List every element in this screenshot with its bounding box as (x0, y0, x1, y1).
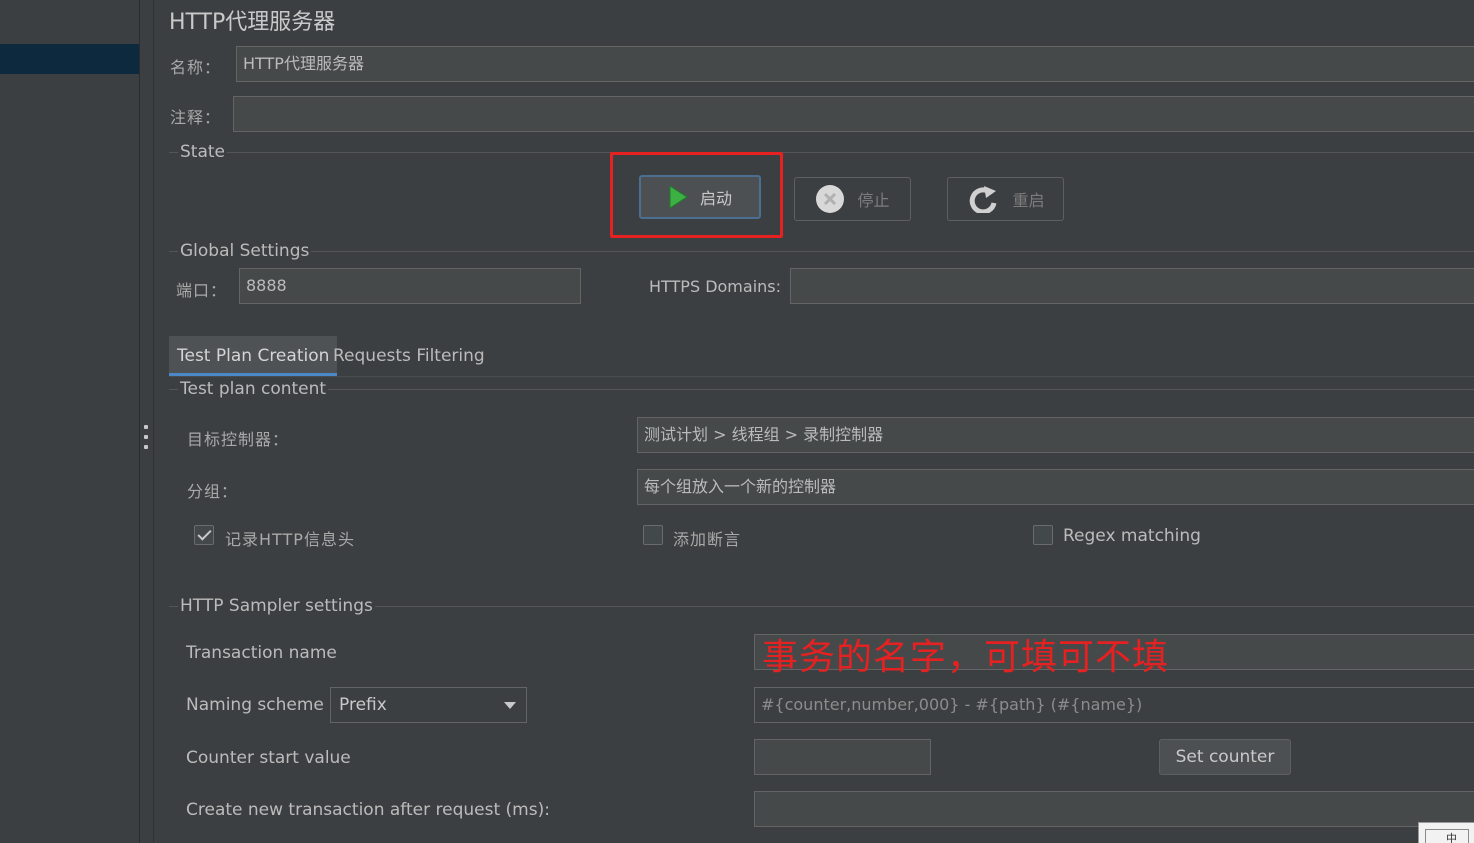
regex-matching-checkbox[interactable] (1033, 525, 1053, 545)
panel-splitter[interactable] (140, 0, 154, 843)
input-method-label: 中 (1425, 829, 1469, 843)
tree-selected-row[interactable] (0, 44, 139, 74)
tab-test-plan-creation[interactable]: Test Plan Creation (169, 336, 338, 376)
state-title: State (178, 142, 227, 162)
naming-scheme-select[interactable]: Prefix (330, 687, 527, 723)
restart-icon (966, 185, 1000, 213)
global-separator (169, 251, 1474, 252)
grip-icon[interactable] (143, 425, 149, 449)
transaction-annotation: 事务的名字，可填可不填 (762, 637, 1170, 678)
port-field[interactable]: 8888 (239, 268, 581, 304)
record-headers-label: 记录HTTP信息头 (225, 530, 355, 549)
name-label: 名称： (170, 58, 222, 77)
create-transaction-label: Create new transaction after request (ms… (186, 800, 550, 820)
naming-scheme-value: Prefix (339, 695, 387, 715)
add-assertions-checkbox[interactable] (643, 525, 663, 545)
stop-icon (815, 184, 845, 214)
https-domains-field[interactable] (790, 268, 1474, 304)
naming-scheme-label: Naming scheme (186, 695, 324, 715)
test-plan-separator (169, 389, 1474, 390)
target-controller-label: 目标控制器： (187, 430, 290, 449)
comment-field[interactable] (233, 96, 1474, 132)
counter-start-label: Counter start value (186, 748, 351, 768)
tab-requests-filtering[interactable]: Requests Filtering (325, 336, 493, 376)
restart-button[interactable]: 重启 (947, 177, 1064, 221)
comment-label: 注释： (170, 108, 222, 127)
start-highlight-annotation (610, 152, 783, 238)
set-counter-button[interactable]: Set counter (1159, 739, 1291, 775)
grouping-label: 分组： (187, 482, 239, 501)
naming-format-field[interactable]: #{counter,number,000} - #{path} (#{name}… (754, 687, 1474, 723)
state-separator (169, 152, 1474, 153)
page-title: HTTP代理服务器 (169, 10, 336, 35)
sampler-settings-title: HTTP Sampler settings (178, 596, 375, 616)
create-transaction-field[interactable] (754, 791, 1474, 827)
port-label: 端口： (176, 281, 228, 300)
counter-start-field[interactable] (754, 739, 931, 775)
test-plan-tree[interactable] (0, 0, 140, 843)
add-assertions-label: 添加断言 (673, 530, 742, 549)
transaction-name-label: Transaction name (186, 643, 337, 663)
record-headers-checkbox[interactable] (194, 525, 214, 545)
name-field[interactable]: HTTP代理服务器 (236, 46, 1474, 82)
input-method-widget[interactable]: 中 (1418, 822, 1474, 843)
stop-button[interactable]: 停止 (794, 177, 911, 221)
chevron-down-icon (504, 702, 516, 709)
https-domains-label: HTTPS Domains: (649, 277, 781, 296)
regex-matching-label: Regex matching (1063, 526, 1201, 546)
restart-label: 重启 (1012, 191, 1045, 210)
stop-label: 停止 (857, 191, 890, 210)
global-settings-title: Global Settings (178, 241, 312, 261)
grouping-field[interactable]: 每个组放入一个新的控制器 (637, 469, 1474, 505)
tab-content-border (169, 376, 1474, 377)
test-plan-content-title: Test plan content (178, 379, 329, 399)
target-controller-field[interactable]: 测试计划 > 线程组 > 录制控制器 (637, 417, 1474, 453)
proxy-server-window: HTTP代理服务器 名称： HTTP代理服务器 注释： State 启动 停止 … (0, 0, 1474, 843)
